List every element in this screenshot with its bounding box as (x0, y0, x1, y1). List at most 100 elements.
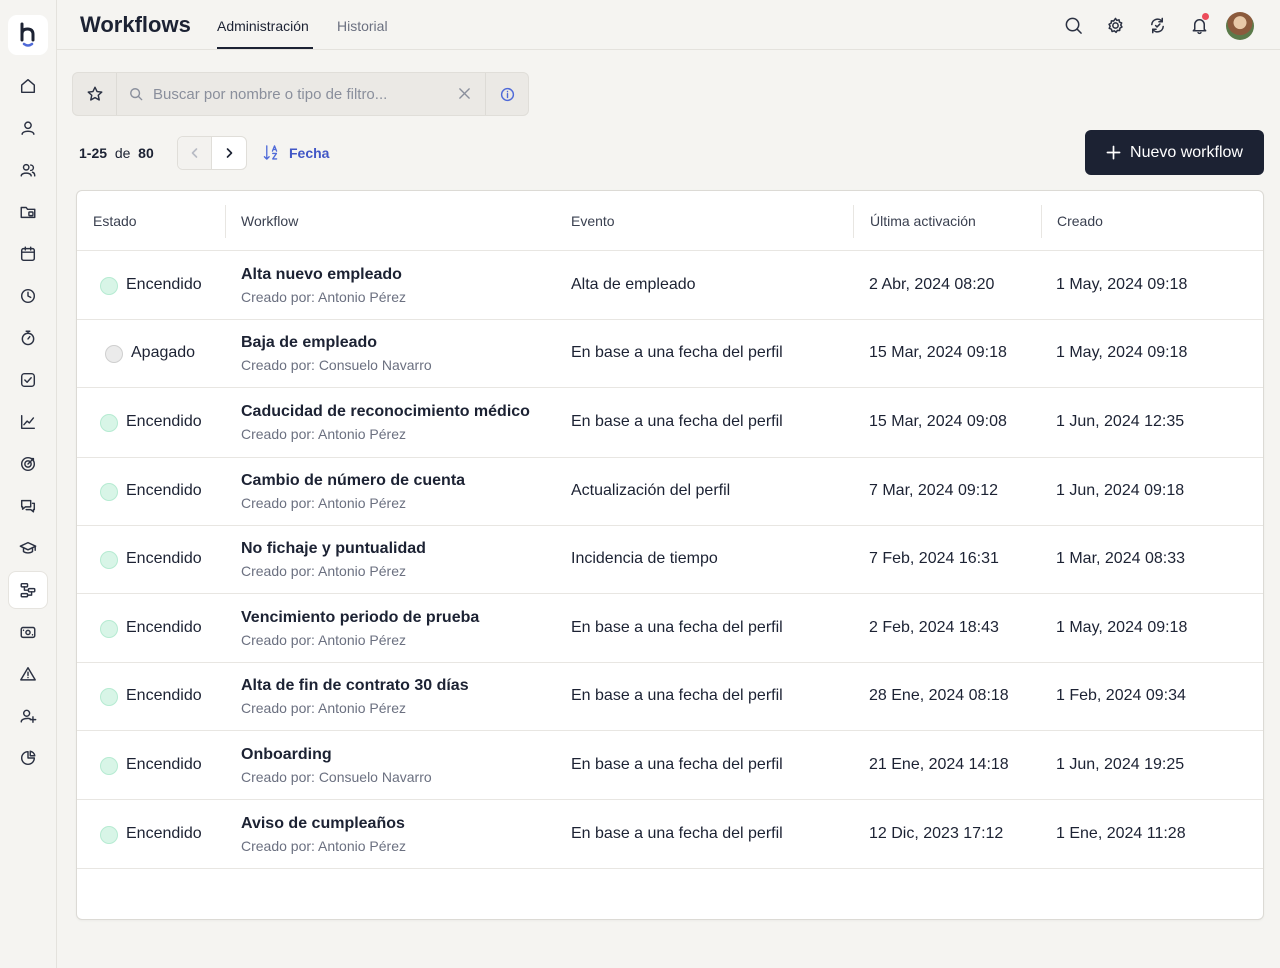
sidebar-item-users[interactable] (8, 151, 48, 189)
sidebar-item-home[interactable] (8, 67, 48, 105)
status-indicator-icon[interactable] (105, 345, 123, 363)
table-row[interactable]: Encendido Vencimiento periodo de prueba Cr… (77, 594, 1263, 663)
status-indicator-icon[interactable] (100, 757, 118, 775)
check-square-icon (20, 372, 36, 388)
active-tab-indicator (217, 47, 313, 49)
gear-icon[interactable] (1104, 14, 1126, 36)
sidebar-item-graduation-cap[interactable] (8, 529, 48, 567)
sidebar-item-folder[interactable] (8, 193, 48, 231)
tab-administracion[interactable]: Administración (217, 18, 309, 34)
status-indicator-icon[interactable] (100, 414, 118, 432)
created-cell: 1 May, 2024 09:18 (1056, 619, 1188, 636)
workflow-name[interactable]: No fichaje y puntualidad (241, 540, 426, 558)
home-icon (20, 78, 36, 94)
event-cell: En base a una fecha del perfil (571, 825, 783, 842)
last-activation-cell: 21 Ene, 2024 14:18 (869, 756, 1009, 773)
last-activation-cell: 2 Abr, 2024 08:20 (869, 276, 995, 293)
table-row[interactable]: Apagado Baja de empleado Creado por: Consu… (77, 320, 1263, 388)
clear-icon[interactable] (458, 87, 471, 105)
sidebar-item-check-square[interactable] (8, 361, 48, 399)
status-label: Encendido (126, 687, 202, 704)
sidebar-item-target[interactable] (8, 445, 48, 483)
workflow-name[interactable]: Caducidad de reconocimiento médico (241, 403, 530, 421)
table-row[interactable]: Encendido Cambio de número de cuenta Cread… (77, 458, 1263, 526)
column-header-estado[interactable]: Estado (93, 191, 137, 251)
brand-logo[interactable] (8, 15, 48, 55)
status-indicator-icon[interactable] (100, 620, 118, 638)
sidebar-item-user-add[interactable] (8, 697, 48, 735)
column-header-workflow[interactable]: Workflow (241, 191, 298, 251)
workflow-creator: Creado por: Antonio Pérez (241, 495, 406, 511)
refresh-icon[interactable] (1146, 14, 1168, 36)
chevron-left-icon (191, 148, 197, 158)
workflow-name[interactable]: Baja de empleado (241, 334, 377, 352)
status-indicator-icon[interactable] (100, 483, 118, 501)
bell-icon[interactable] (1188, 13, 1210, 36)
sidebar-item-chart-line[interactable] (8, 403, 48, 441)
sort-button[interactable]: Fecha (263, 144, 329, 161)
table-row[interactable]: Encendido Alta de fin de contrato 30 días… (77, 663, 1263, 731)
pie-chart-icon (20, 750, 36, 766)
sidebar-item-payment[interactable] (8, 613, 48, 651)
sidebar (0, 0, 57, 968)
next-page-button[interactable] (212, 137, 246, 169)
page-title: Workflows (80, 12, 191, 37)
column-header-ultima-activacion[interactable]: Última activación (870, 191, 976, 251)
folder-icon (20, 206, 36, 219)
users-icon (20, 163, 36, 177)
search-input[interactable] (153, 82, 453, 106)
column-header-evento[interactable]: Evento (571, 191, 615, 251)
event-cell: En base a una fecha del perfil (571, 619, 783, 636)
created-cell: 1 Mar, 2024 08:33 (1056, 550, 1185, 567)
workflow-name[interactable]: Cambio de número de cuenta (241, 472, 465, 490)
sidebar-item-timer[interactable] (8, 319, 48, 357)
search-bar (72, 72, 529, 116)
last-activation-cell: 7 Feb, 2024 16:31 (869, 550, 999, 567)
pagination-total: 80 (138, 145, 154, 161)
workflow-name[interactable]: Onboarding (241, 746, 332, 764)
chevron-right-icon (226, 148, 233, 158)
favorites-star-icon[interactable] (73, 73, 117, 115)
sidebar-item-workflow[interactable] (8, 571, 48, 609)
sidebar-item-pie-chart[interactable] (8, 739, 48, 777)
workflow-name[interactable]: Vencimiento periodo de prueba (241, 609, 479, 627)
previous-page-button[interactable] (178, 137, 213, 169)
table-row[interactable]: Encendido No fichaje y puntualidad Creado … (77, 526, 1263, 594)
plus-icon (1106, 145, 1121, 160)
sidebar-item-clock[interactable] (8, 277, 48, 315)
table-row[interactable]: Encendido Caducidad de reconocimiento méd… (77, 388, 1263, 458)
top-bar: Workflows Administración Historial (57, 0, 1280, 50)
clock-icon (20, 288, 36, 304)
last-activation-cell: 12 Dic, 2023 17:12 (869, 825, 1004, 842)
last-activation-cell: 15 Mar, 2024 09:18 (869, 344, 1007, 361)
workflow-name[interactable]: Alta de fin de contrato 30 días (241, 677, 469, 695)
status-indicator-icon[interactable] (100, 826, 118, 844)
workflow-name[interactable]: Aviso de cumpleaños (241, 815, 405, 833)
pagination-controls (177, 136, 247, 170)
tab-historial[interactable]: Historial (337, 18, 388, 34)
info-icon[interactable] (485, 73, 529, 115)
last-activation-cell: 7 Mar, 2024 09:12 (869, 482, 998, 499)
event-cell: En base a una fecha del perfil (571, 344, 783, 361)
chat-icon (20, 499, 36, 513)
status-indicator-icon[interactable] (100, 277, 118, 295)
sidebar-item-user[interactable] (8, 109, 48, 147)
notification-badge (1202, 13, 1209, 20)
avatar[interactable] (1226, 12, 1254, 40)
table-row[interactable]: Encendido Alta nuevo empleado Creado por: … (77, 251, 1263, 320)
status-indicator-icon[interactable] (100, 551, 118, 569)
created-cell: 1 Jun, 2024 12:35 (1056, 413, 1185, 430)
last-activation-cell: 2 Feb, 2024 18:43 (869, 619, 999, 636)
created-cell: 1 Ene, 2024 11:28 (1056, 825, 1186, 842)
status-indicator-icon[interactable] (100, 688, 118, 706)
sidebar-item-calendar[interactable] (8, 235, 48, 273)
sidebar-item-warning[interactable] (8, 655, 48, 693)
column-header-creado[interactable]: Creado (1057, 191, 1103, 251)
created-cell: 1 Jun, 2024 19:25 (1056, 756, 1185, 773)
new-workflow-button[interactable]: Nuevo workflow (1085, 130, 1264, 175)
table-row[interactable]: Encendido Aviso de cumpleaños Creado por: … (77, 800, 1263, 869)
sidebar-item-chat[interactable] (8, 487, 48, 525)
workflow-name[interactable]: Alta nuevo empleado (241, 266, 402, 284)
table-row[interactable]: Encendido Onboarding Creado por: Consuelo … (77, 731, 1263, 800)
search-icon[interactable] (1062, 14, 1084, 36)
